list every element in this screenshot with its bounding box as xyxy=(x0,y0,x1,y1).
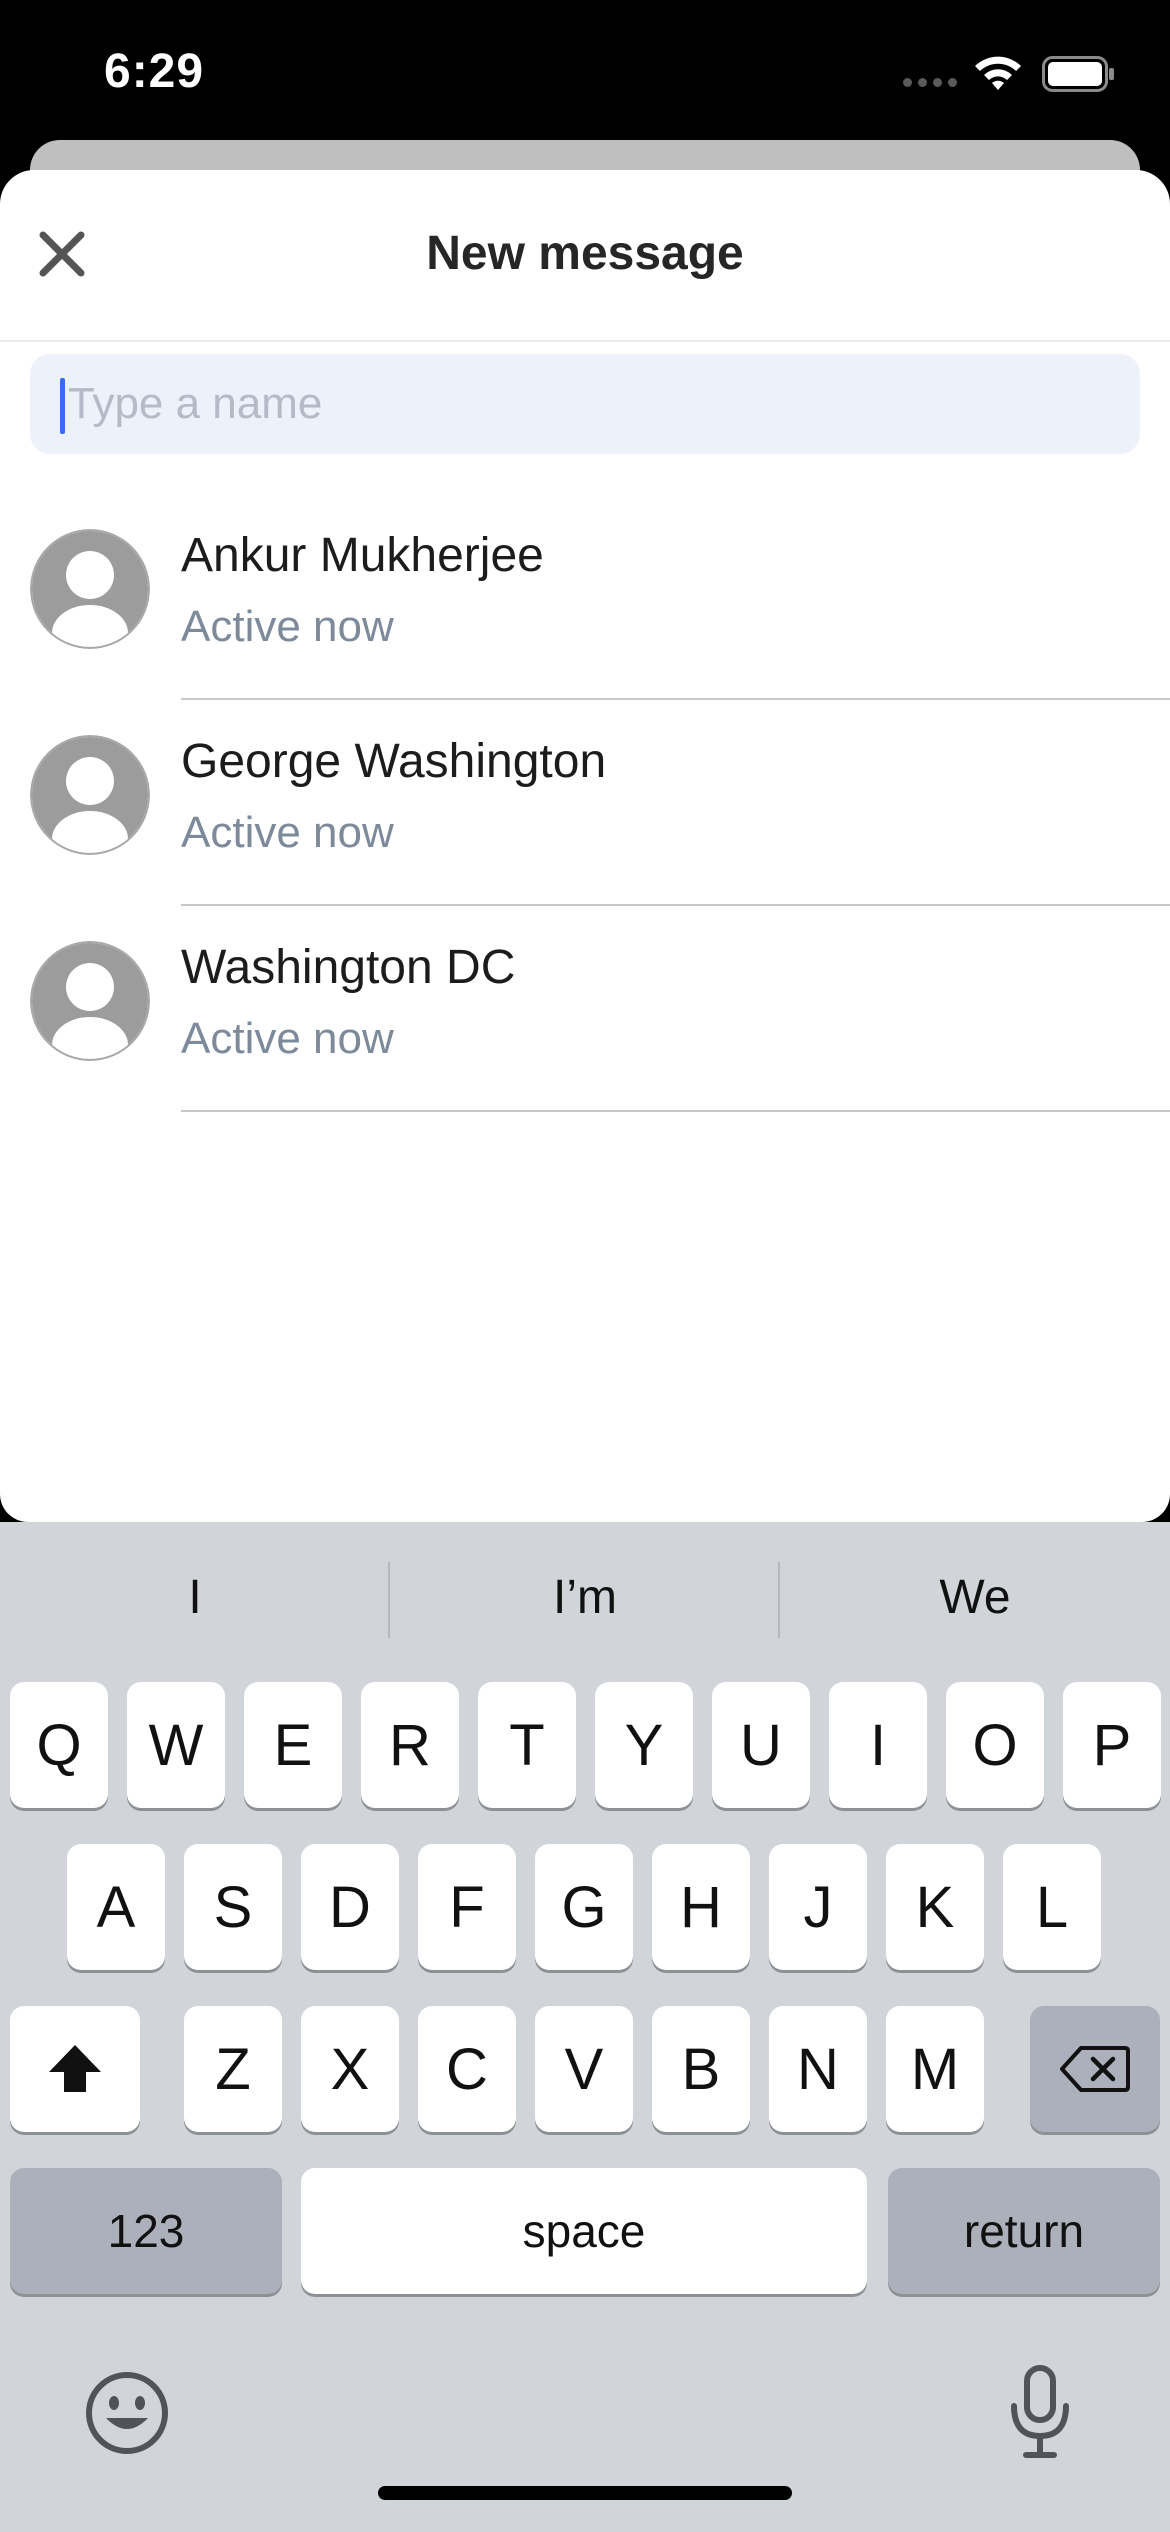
contact-row[interactable]: George Washington Active now xyxy=(0,700,1170,906)
key-s[interactable]: S xyxy=(184,1844,282,1970)
key-w[interactable]: W xyxy=(127,1682,225,1808)
battery-icon xyxy=(1042,56,1114,92)
contact-list: Ankur Mukherjee Active now George Washin… xyxy=(0,494,1170,1112)
contact-status: Active now xyxy=(181,1014,394,1063)
avatar-placeholder-icon xyxy=(30,529,150,649)
key-q[interactable]: Q xyxy=(10,1682,108,1808)
contact-name: Ankur Mukherjee xyxy=(181,529,544,582)
key-k[interactable]: K xyxy=(886,1844,984,1970)
space-key[interactable]: space xyxy=(301,2168,867,2294)
status-bar: 6:29 xyxy=(0,0,1170,150)
suggestion-item[interactable]: I xyxy=(0,1570,390,1625)
suggestion-item[interactable]: We xyxy=(780,1570,1170,1625)
microphone-icon xyxy=(1011,2365,1069,2458)
shift-key[interactable] xyxy=(10,2006,140,2132)
key-u[interactable]: U xyxy=(712,1682,810,1808)
shift-arrow-icon xyxy=(49,2045,101,2092)
wifi-icon xyxy=(975,56,1021,90)
key-y[interactable]: Y xyxy=(595,1682,693,1808)
key-x[interactable]: X xyxy=(301,2006,399,2132)
suggestion-bar: I I’m We xyxy=(0,1522,1170,1682)
home-indicator[interactable] xyxy=(378,2486,792,2500)
suggestion-item[interactable]: I’m xyxy=(390,1570,780,1625)
cellular-signal-icon xyxy=(903,78,957,87)
key-e[interactable]: E xyxy=(244,1682,342,1808)
key-i[interactable]: I xyxy=(829,1682,927,1808)
contact-row[interactable]: Ankur Mukherjee Active now xyxy=(0,494,1170,700)
delete-key[interactable] xyxy=(1030,2006,1160,2132)
name-search-input[interactable] xyxy=(62,354,1118,454)
key-o[interactable]: O xyxy=(946,1682,1044,1808)
row-divider xyxy=(181,1110,1170,1112)
return-key[interactable]: return xyxy=(888,2168,1160,2294)
key-h[interactable]: H xyxy=(652,1844,750,1970)
key-v[interactable]: V xyxy=(535,2006,633,2132)
key-a[interactable]: A xyxy=(67,1844,165,1970)
key-r[interactable]: R xyxy=(361,1682,459,1808)
key-b[interactable]: B xyxy=(652,2006,750,2132)
avatar-placeholder-icon xyxy=(30,941,150,1061)
key-t[interactable]: T xyxy=(478,1682,576,1808)
keyboard: I I’m We Q W E R T Y U I O P A S D F G H… xyxy=(0,1522,1170,2532)
emoji-icon xyxy=(86,2372,168,2454)
contact-status: Active now xyxy=(181,808,394,857)
emoji-button[interactable] xyxy=(82,2368,172,2458)
key-c[interactable]: C xyxy=(418,2006,516,2132)
contact-name: George Washington xyxy=(181,735,607,788)
key-j[interactable]: J xyxy=(769,1844,867,1970)
key-l[interactable]: L xyxy=(1003,1844,1101,1970)
key-z[interactable]: Z xyxy=(184,2006,282,2132)
key-d[interactable]: D xyxy=(301,1844,399,1970)
contact-name: Washington DC xyxy=(181,941,516,994)
new-message-sheet: New message Ankur Mukherjee Active now xyxy=(0,170,1170,1522)
key-m[interactable]: M xyxy=(886,2006,984,2132)
key-f[interactable]: F xyxy=(418,1844,516,1970)
dictation-button[interactable] xyxy=(1000,2362,1080,2462)
contact-status: Active now xyxy=(181,602,394,651)
search-box[interactable] xyxy=(30,354,1140,454)
key-p[interactable]: P xyxy=(1063,1682,1161,1808)
backspace-icon xyxy=(1060,2046,1130,2092)
contact-row[interactable]: Washington DC Active now xyxy=(0,906,1170,1112)
sheet-header: New message xyxy=(0,170,1170,342)
avatar-placeholder-icon xyxy=(30,735,150,855)
status-time: 6:29 xyxy=(104,45,205,98)
numbers-key[interactable]: 123 xyxy=(10,2168,282,2294)
key-g[interactable]: G xyxy=(535,1844,633,1970)
key-n[interactable]: N xyxy=(769,2006,867,2132)
page-title: New message xyxy=(426,227,744,280)
